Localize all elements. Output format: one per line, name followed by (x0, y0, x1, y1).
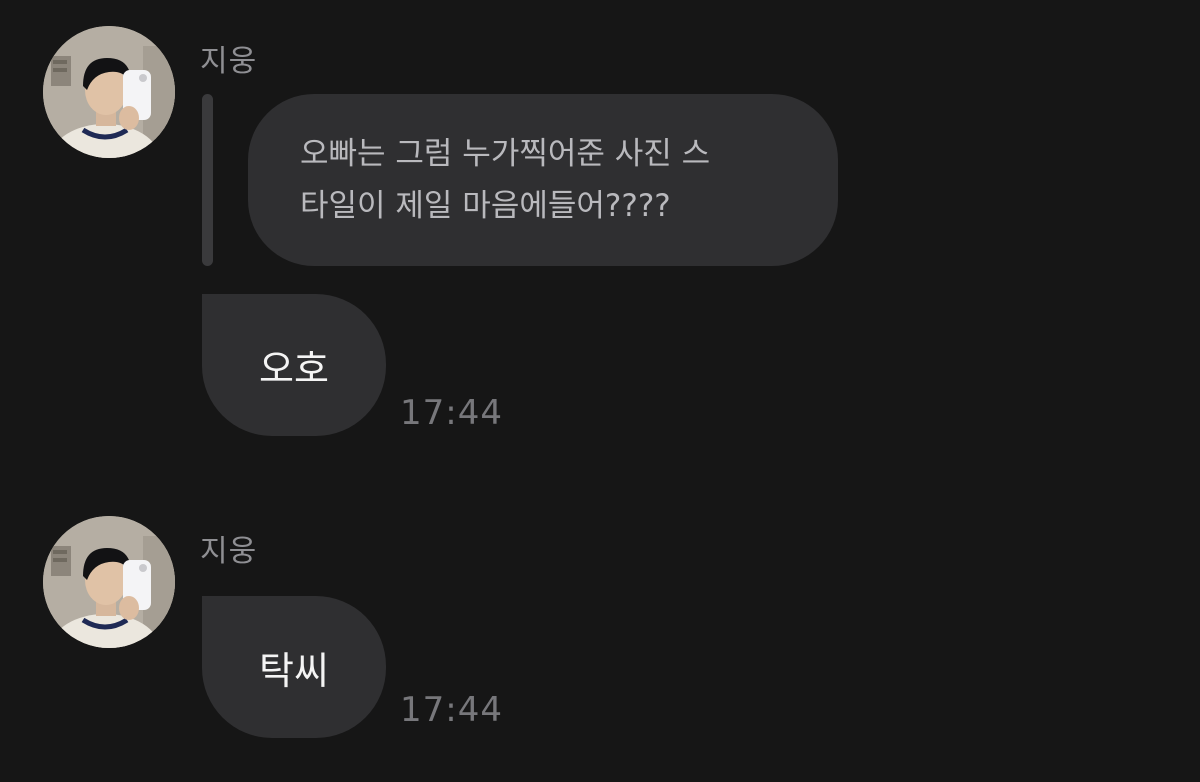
avatar-photo (43, 26, 175, 158)
avatar-photo (43, 516, 175, 648)
message-text: 탁씨 (259, 648, 329, 693)
message-timestamp: 17:44 (400, 393, 503, 433)
quoted-message-line: 타일이 제일 마음에들어???? (300, 188, 671, 224)
quoted-message-line: 오빠는 그럼 누가찍어준 사진 스 (300, 136, 711, 172)
reply-quote-bar (202, 94, 213, 266)
sender-name: 지웅 (200, 534, 258, 569)
message-bubble[interactable]: 탁씨 (202, 596, 386, 738)
sender-name: 지웅 (200, 44, 258, 79)
message-bubble[interactable]: 오호 (202, 294, 386, 436)
quoted-message-bubble[interactable]: 오빠는 그럼 누가찍어준 사진 스 타일이 제일 마음에들어???? (248, 94, 838, 266)
avatar[interactable] (43, 26, 175, 158)
message-text: 오호 (259, 346, 329, 391)
avatar[interactable] (43, 516, 175, 648)
message-timestamp: 17:44 (400, 690, 503, 730)
